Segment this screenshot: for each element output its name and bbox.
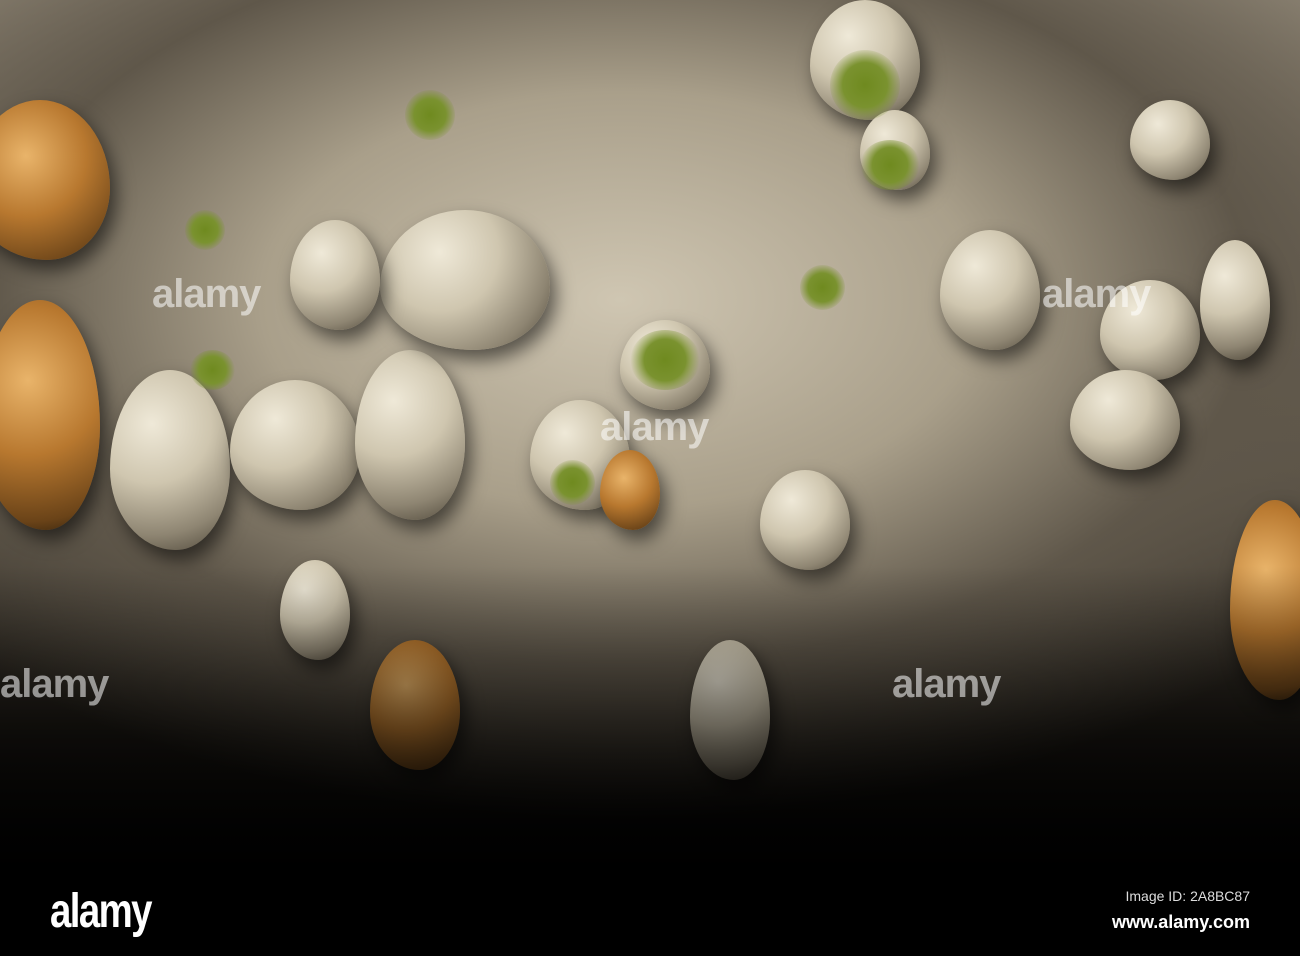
website-link: www.alamy.com	[1111, 912, 1250, 932]
rock-formation	[600, 450, 660, 530]
stock-photo: alamy alamy alamy alamy alamy alamy Imag…	[0, 0, 1300, 956]
moss-patch	[190, 350, 235, 390]
cave-ceiling-photo: alamy alamy alamy alamy alamy	[0, 0, 1300, 866]
rock-formation	[290, 220, 380, 330]
moss-patch	[185, 210, 225, 250]
alamy-logo: alamy	[50, 885, 152, 938]
moss-patch	[550, 460, 595, 505]
watermark: alamy	[892, 662, 1001, 706]
rock-formation	[0, 100, 110, 260]
moss-patch	[405, 90, 455, 140]
moss-patch	[800, 265, 845, 310]
watermark: alamy	[1042, 272, 1151, 316]
rock-formation	[1200, 240, 1270, 360]
rock-formation	[0, 300, 100, 530]
image-id: Image ID: 2A8BC87	[1125, 888, 1250, 904]
rock-formation	[940, 230, 1040, 350]
moss-patch	[830, 50, 900, 120]
rock-formation	[110, 370, 230, 550]
rock-formation	[355, 350, 465, 520]
rock-formation	[380, 210, 550, 350]
rock-formation	[1070, 370, 1180, 470]
moss-patch	[860, 140, 920, 190]
moss-patch	[630, 330, 700, 390]
watermark: alamy	[152, 272, 261, 316]
watermark: alamy	[0, 662, 109, 706]
watermark: alamy	[600, 405, 709, 449]
footer-bar: alamy Image ID: 2A8BC87 www.alamy.com	[0, 866, 1300, 956]
rock-formation	[1130, 100, 1210, 180]
rock-formation	[230, 380, 360, 510]
dark-foreground	[0, 566, 1300, 866]
rock-formation	[760, 470, 850, 570]
